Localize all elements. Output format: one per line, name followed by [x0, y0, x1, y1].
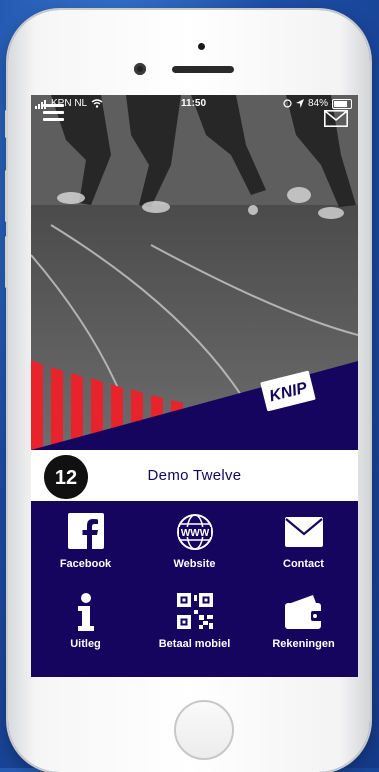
earpiece-speaker: [172, 66, 234, 73]
svg-text:WWW: WWW: [180, 528, 209, 539]
tile-label: Facebook: [59, 558, 112, 570]
front-sensor: [198, 43, 205, 50]
facebook-icon: [67, 513, 104, 549]
tile-facebook[interactable]: Facebook: [31, 501, 140, 581]
tile-label: Rekeningen: [272, 638, 335, 650]
app-screen: KPN NL 11:50 84% KNIP 12 Demo Twelve Fac…: [31, 95, 358, 677]
battery-percentage: 84%: [307, 98, 328, 109]
volume-down-button: [5, 236, 8, 288]
clock: 11:50: [181, 98, 207, 109]
tile-contact[interactable]: Contact: [249, 501, 358, 581]
envelope-icon: [284, 517, 323, 547]
club-name: Demo Twelve: [147, 467, 242, 484]
volume-up-button: [5, 170, 8, 222]
orientation-lock-icon: [283, 99, 292, 108]
tile-rekeningen[interactable]: Rekeningen: [249, 581, 358, 661]
globe-www-icon: WWW: [176, 514, 213, 550]
hero-image: KPN NL 11:50 84% KNIP: [31, 95, 358, 450]
qr-code-icon: [176, 593, 213, 629]
tile-website[interactable]: WWW Website: [140, 501, 249, 581]
location-arrow-icon: [295, 99, 304, 108]
info-icon: [77, 593, 94, 631]
mute-switch: [5, 110, 8, 138]
front-camera: [134, 63, 146, 75]
wifi-icon: [91, 99, 103, 108]
tile-label: Website: [173, 558, 216, 570]
tile-label: Betaal mobiel: [158, 638, 231, 650]
tile-betaal-mobiel[interactable]: Betaal mobiel: [140, 581, 249, 661]
mail-icon[interactable]: [324, 110, 348, 127]
wallet-icon: [284, 595, 323, 629]
status-bar: KPN NL 11:50 84%: [31, 95, 358, 113]
hamburger-menu-icon[interactable]: [43, 104, 64, 121]
home-button[interactable]: [174, 700, 234, 760]
tile-label: Uitleg: [70, 638, 101, 650]
battery-icon: [332, 98, 352, 109]
tile-label: Contact: [283, 558, 324, 570]
menu-grid: Facebook WWW Website Contact Uitleg Beta…: [31, 501, 358, 677]
brand-bar: 12 Demo Twelve: [31, 450, 358, 502]
tile-uitleg[interactable]: Uitleg: [31, 581, 140, 661]
